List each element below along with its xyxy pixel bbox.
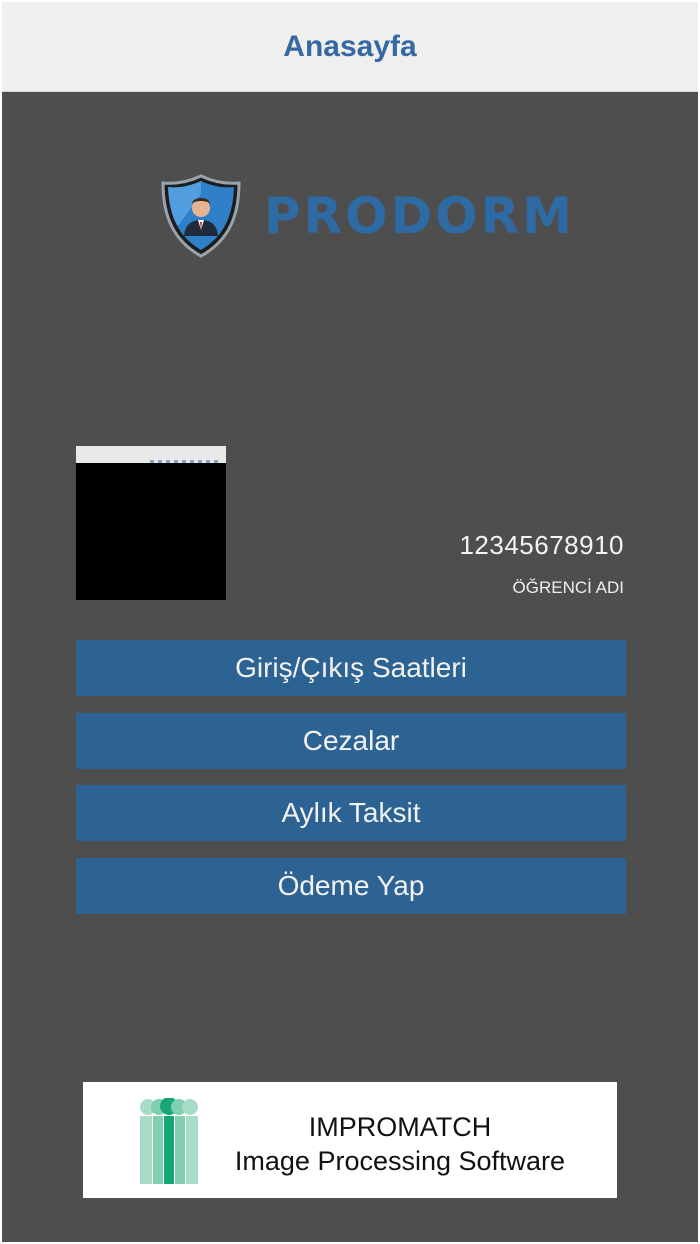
navigation-bar: Anasayfa xyxy=(2,2,698,92)
penalties-button[interactable]: Cezalar xyxy=(76,713,626,769)
page-title: Anasayfa xyxy=(283,29,417,63)
shield-person-icon xyxy=(161,174,241,258)
prodorm-logo: PRODORM xyxy=(160,174,575,258)
student-number: 12345678910 xyxy=(459,530,624,560)
app-screen: Anasayfa PRODORM 12345678910 ÖĞRENCİ ADI… xyxy=(0,0,700,1244)
photo-dots xyxy=(150,460,220,463)
banner-text: IMPROMATCH Image Processing Software xyxy=(225,1110,575,1178)
entry-exit-times-button[interactable]: Giriş/Çıkış Saatleri xyxy=(76,640,626,696)
impromatch-banner[interactable]: IMPROMATCH Image Processing Software xyxy=(83,1082,617,1198)
banner-subtitle: Image Processing Software xyxy=(234,1146,566,1176)
make-payment-button[interactable]: Ödeme Yap xyxy=(76,858,626,914)
student-name: ÖĞRENCİ ADI xyxy=(512,578,624,597)
impromatch-logo-icon xyxy=(140,1098,198,1184)
student-photo xyxy=(76,446,226,600)
monthly-installment-button[interactable]: Aylık Taksit xyxy=(76,785,626,841)
logo-text: PRODORM xyxy=(264,187,575,245)
banner-title: IMPROMATCH xyxy=(308,1112,492,1142)
